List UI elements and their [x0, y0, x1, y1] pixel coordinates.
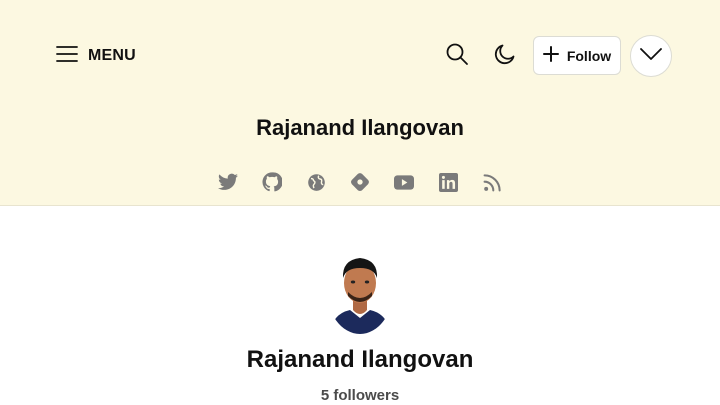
- more-options-button[interactable]: [630, 35, 672, 77]
- hashnode-icon[interactable]: [350, 172, 370, 192]
- follow-button[interactable]: Follow: [533, 36, 621, 75]
- chevron-down-icon: [640, 47, 662, 65]
- youtube-icon[interactable]: [394, 172, 414, 192]
- search-icon: [445, 42, 469, 71]
- follow-label: Follow: [566, 47, 612, 64]
- linkedin-icon[interactable]: [438, 172, 458, 192]
- github-icon[interactable]: [262, 172, 282, 192]
- search-button[interactable]: [441, 40, 473, 72]
- rss-icon[interactable]: [482, 172, 502, 192]
- author-name: Rajanand Ilangovan: [246, 346, 474, 373]
- social-links: [0, 172, 720, 192]
- blog-header: MENU Follow Rajanand Ilangovan: [0, 0, 720, 206]
- menu-label: MENU: [88, 47, 136, 64]
- globe-icon[interactable]: [306, 172, 326, 192]
- menu-button[interactable]: MENU: [56, 44, 136, 68]
- moon-icon: [493, 42, 517, 71]
- plus-icon: [542, 46, 559, 65]
- hamburger-icon: [56, 45, 78, 68]
- theme-toggle-button[interactable]: [489, 40, 521, 72]
- blog-title[interactable]: Rajanand Ilangovan: [0, 115, 720, 141]
- avatar[interactable]: [326, 240, 394, 334]
- followers-count[interactable]: 5 followers: [0, 387, 720, 404]
- twitter-icon[interactable]: [218, 172, 238, 192]
